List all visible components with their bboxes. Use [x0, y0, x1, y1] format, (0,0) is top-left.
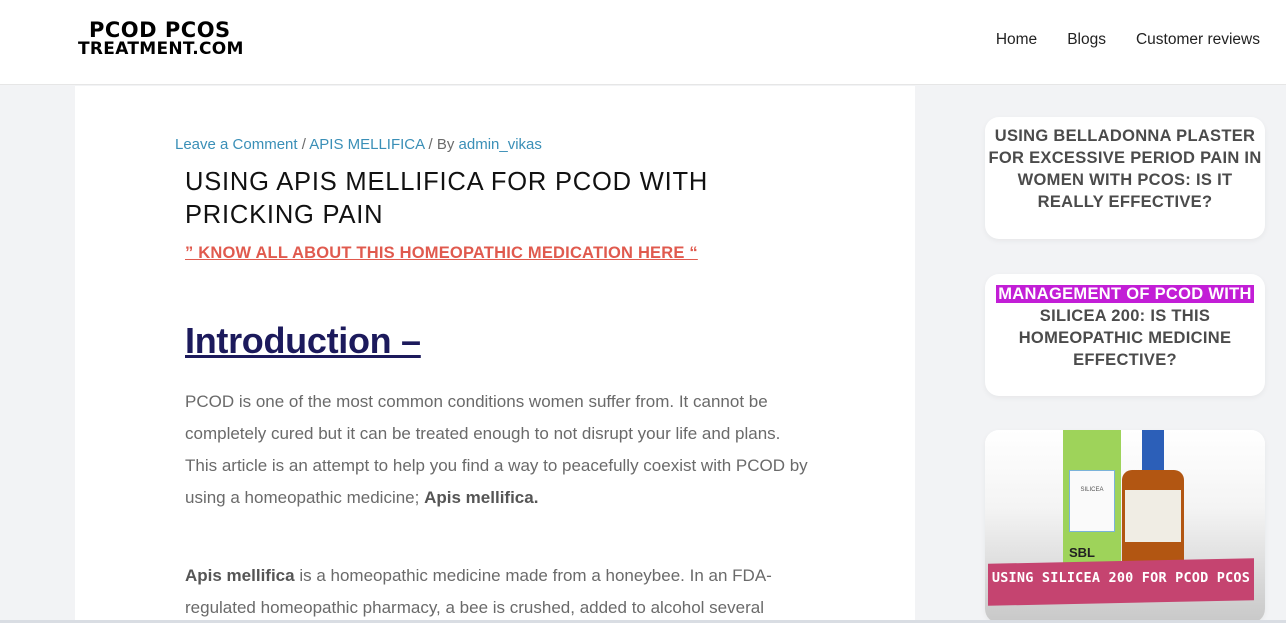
bottle-cap: [1142, 430, 1164, 472]
post-subtitle-link[interactable]: ” KNOW ALL ABOUT THIS HOMEOPATHIC MEDICA…: [185, 244, 698, 263]
nav-home[interactable]: Home: [996, 31, 1037, 49]
related-post-thumbnail-card[interactable]: SILICEA SBL USING SILICEA 200 FOR PCOD P…: [985, 430, 1265, 623]
site-logo[interactable]: PCOD PCOS TREATMENT.COM: [78, 20, 244, 58]
logo-line-1: PCOD PCOS: [89, 18, 231, 42]
site-header: PCOD PCOS TREATMENT.COM Home Blogs Custo…: [0, 0, 1286, 85]
introduction-heading: Introduction –: [185, 320, 421, 361]
leave-comment-link[interactable]: Leave a Comment: [175, 136, 298, 153]
intro-paragraph: PCOD is one of the most common condition…: [185, 386, 815, 514]
related-post-title[interactable]: MANAGEMENT OF PCOD WITH SILICEA 200: IS …: [985, 274, 1265, 371]
highlighted-text: MANAGEMENT OF PCOD WITH: [996, 285, 1254, 303]
apis-paragraph-bold: Apis mellifica: [185, 566, 295, 585]
meta-separator: /: [428, 136, 433, 153]
thumbnail-banner-text: USING SILICEA 200 FOR PCOD PCOS: [991, 570, 1251, 586]
meta-by-label: By: [436, 136, 455, 153]
logo-line-2: TREATMENT.COM: [78, 39, 244, 59]
bottle-label: [1125, 490, 1181, 542]
apis-paragraph: Apis mellifica is a homeopathic medicine…: [185, 560, 815, 623]
intro-paragraph-bold: Apis mellifica.: [424, 488, 539, 507]
medicine-box-label: SILICEA: [1069, 470, 1115, 532]
author-link[interactable]: admin_vikas: [459, 136, 542, 153]
box-brand: SBL: [1069, 545, 1095, 560]
post-meta: Leave a Comment / APIS MELLIFICA / By ad…: [175, 136, 542, 153]
article-container: Leave a Comment / APIS MELLIFICA / By ad…: [75, 86, 915, 623]
main-nav: Home Blogs Customer reviews: [996, 31, 1260, 49]
thumbnail-image[interactable]: SILICEA SBL USING SILICEA 200 FOR PCOD P…: [985, 430, 1265, 623]
related-post-title[interactable]: USING BELLADONNA PLASTER FOR EXCESSIVE P…: [985, 117, 1265, 213]
nav-blogs[interactable]: Blogs: [1067, 31, 1106, 49]
meta-separator: /: [301, 136, 306, 153]
related-post-card[interactable]: MANAGEMENT OF PCOD WITH SILICEA 200: IS …: [985, 274, 1265, 396]
related-post-card[interactable]: USING BELLADONNA PLASTER FOR EXCESSIVE P…: [985, 117, 1265, 239]
post-title: USING APIS MELLIFICA FOR PCOD WITH PRICK…: [185, 168, 709, 229]
box-label-text: SILICEA: [1080, 487, 1104, 493]
category-link[interactable]: APIS MELLIFICA: [309, 136, 424, 153]
related-post-title-rest: SILICEA 200: IS THIS HOMEOPATHIC MEDICIN…: [1018, 307, 1232, 369]
nav-customer-reviews[interactable]: Customer reviews: [1136, 31, 1260, 49]
